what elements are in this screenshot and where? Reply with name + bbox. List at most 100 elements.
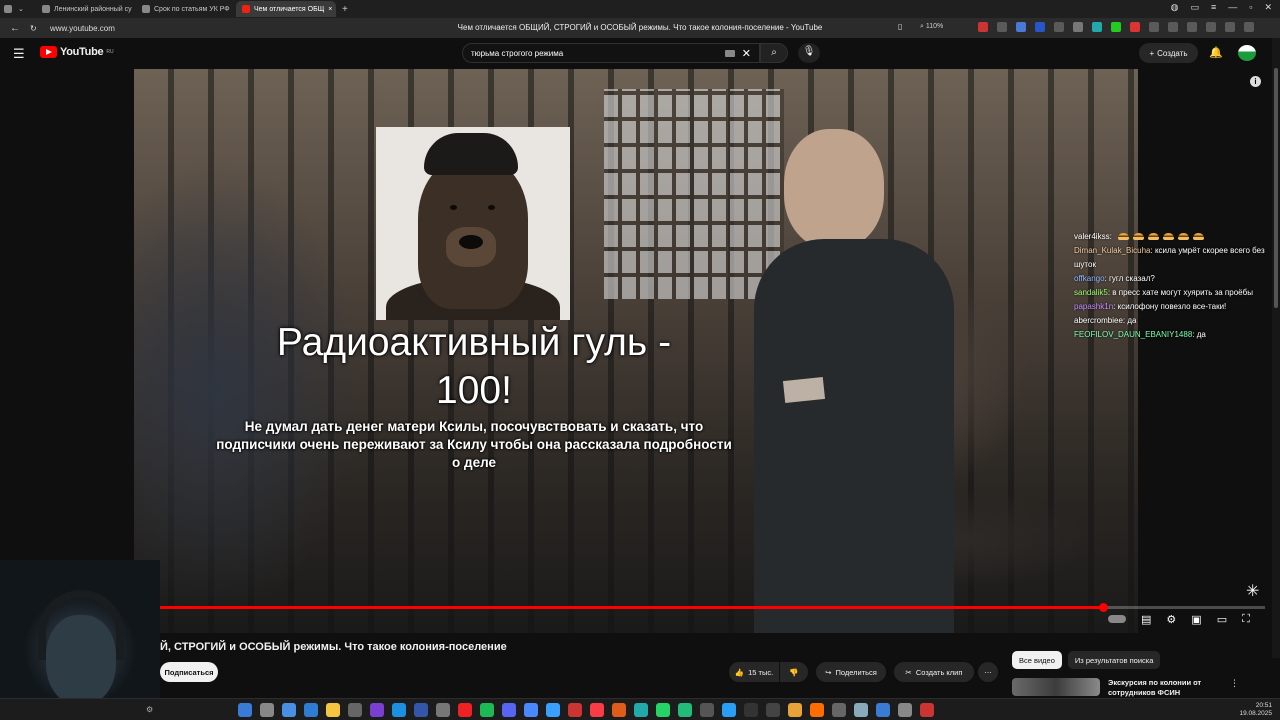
taskbar-app-icon[interactable] [700,703,714,717]
settings-gear-icon[interactable]: ⚙ [1166,613,1176,626]
taskbar-app-icon[interactable] [898,703,912,717]
bookmark-icon[interactable]: ▯ [898,22,902,31]
miniplayer-icon[interactable]: ▣ [1191,613,1201,626]
search-button[interactable]: ⌕ [760,43,788,63]
menu-icon[interactable]: ≡ [1211,2,1216,13]
fullscreen-icon[interactable]: ⛶ [1242,613,1250,626]
extension-icon[interactable] [1149,22,1159,32]
dislike-button[interactable]: 👎 [780,662,808,682]
create-button[interactable]: + Создать [1139,43,1198,63]
taskbar-app-icon[interactable] [282,703,296,717]
autoplay-toggle[interactable] [1108,615,1126,623]
scrollbar-thumb[interactable] [1274,68,1278,308]
taskbar-app-icon[interactable] [854,703,868,717]
taskbar-app-icon[interactable] [392,703,406,717]
taskbar-app-icon[interactable] [304,703,318,717]
extension-icon[interactable] [997,22,1007,32]
more-vert-icon[interactable]: ⋮ [1230,678,1239,698]
taskbar-app-icon[interactable] [524,703,538,717]
taskbar-app-icon[interactable] [832,703,846,717]
tab-3-active[interactable]: Чем отличается ОБЩ × [236,1,336,17]
taskbar-app-icon[interactable] [260,703,274,717]
extension-icon[interactable] [1130,22,1140,32]
like-button[interactable]: 👍 15 тыс. [729,662,779,682]
taskbar-app-icon[interactable] [920,703,934,717]
extension-icon[interactable] [1168,22,1178,32]
video-progress-bar[interactable] [160,603,1265,612]
subscribe-button[interactable]: Подписаться [160,662,218,682]
extension-icon[interactable] [1092,22,1102,32]
notifications-bell-icon[interactable]: 🔔 [1209,46,1223,59]
tab-2[interactable]: Срок по статьям УК РФ [136,1,236,17]
reload-icon[interactable]: ↻ [30,24,50,33]
voice-search-button[interactable]: 🎙 [798,43,820,63]
new-tab-icon[interactable]: + [342,4,348,15]
taskbar-app-icon[interactable] [810,703,824,717]
taskbar-app-icon[interactable] [326,703,340,717]
chip-all-videos[interactable]: Все видео [1012,651,1062,669]
back-icon[interactable]: ← [0,23,30,34]
taskbar-app-icon[interactable] [238,703,252,717]
more-actions-button[interactable]: ⋯ [978,662,998,682]
taskbar-app-icon[interactable] [678,703,692,717]
extension-icon[interactable] [1187,22,1197,32]
recommended-video[interactable]: Экскурсия по колонии от сотрудников ФСИН… [1012,678,1239,698]
recommended-title[interactable]: Экскурсия по колонии от сотрудников ФСИН [1108,678,1218,698]
close-window-icon[interactable]: ✕ [1264,2,1272,13]
extension-icon[interactable] [1016,22,1026,32]
camera-settings-icon[interactable]: ⚙ [146,705,153,714]
downloads-icon[interactable] [1225,22,1235,32]
taskbar-app-icon[interactable] [744,703,758,717]
extensions-menu-icon[interactable] [1244,22,1254,32]
extension-icon[interactable] [1111,22,1121,32]
taskbar-app-icon[interactable] [436,703,450,717]
keyboard-icon[interactable] [725,50,735,57]
url-field[interactable]: www.youtube.com [50,24,150,33]
taskbar-app-icon[interactable] [590,703,604,717]
video-player[interactable]: Радиоактивный гуль - 100! Не думал дать … [134,69,1138,633]
recommended-thumbnail[interactable] [1012,678,1100,696]
share-button[interactable]: ↪ Поделиться [816,662,886,682]
extension-icon[interactable] [978,22,988,32]
subtitles-icon[interactable]: ▤ [1141,613,1151,626]
close-tab-icon[interactable]: × [328,6,332,13]
search-input[interactable]: тюрьма строгого режима ✕ [462,43,760,63]
taskbar-app-icon[interactable] [766,703,780,717]
taskbar-app-icon[interactable] [480,703,494,717]
info-icon[interactable]: i [1250,76,1261,87]
chip-from-search[interactable]: Из результатов поиска [1067,651,1161,669]
zoom-level[interactable]: ⌕ 110% [920,23,943,31]
extension-icon[interactable] [1206,22,1216,32]
create-clip-button[interactable]: ✂ Создать клип [894,662,974,682]
taskbar-app-icon[interactable] [458,703,472,717]
extension-icon[interactable] [1073,22,1083,32]
bookmarks-icon[interactable]: ▭ [1190,2,1199,13]
profile-icon[interactable]: ◍ [1171,2,1179,13]
taskbar-app-icon[interactable] [788,703,802,717]
tab-list-chevron-icon[interactable]: ⌄ [18,5,24,13]
system-clock[interactable]: 20:51 19.08.2025 [1239,702,1272,718]
taskbar-app-icon[interactable] [568,703,582,717]
hamburger-menu-icon[interactable]: ☰ [13,46,25,62]
extension-icon[interactable] [1035,22,1045,32]
taskbar-app-icon[interactable] [634,703,648,717]
maximize-icon[interactable]: ▫ [1249,2,1252,13]
taskbar-app-icon[interactable] [502,703,516,717]
browser-menu[interactable]: ⌄ [0,5,36,13]
theater-mode-icon[interactable]: ▭ [1217,613,1227,626]
extension-icon[interactable] [1054,22,1064,32]
taskbar-app-icon[interactable] [722,703,736,717]
taskbar-app-icon[interactable] [656,703,670,717]
progress-scrubber[interactable] [1098,603,1108,612]
taskbar-app-icon[interactable] [348,703,362,717]
youtube-logo[interactable]: YouTube RU [40,46,114,58]
page-scrollbar[interactable] [1272,38,1280,658]
taskbar-app-icon[interactable] [370,703,384,717]
tab-1[interactable]: Ленинский районный су [36,1,136,17]
minimize-icon[interactable]: — [1228,2,1237,13]
clear-search-icon[interactable]: ✕ [742,47,751,60]
taskbar-app-icon[interactable] [414,703,428,717]
taskbar-app-icon[interactable] [546,703,560,717]
taskbar-app-icon[interactable] [876,703,890,717]
taskbar-app-icon[interactable] [612,703,626,717]
